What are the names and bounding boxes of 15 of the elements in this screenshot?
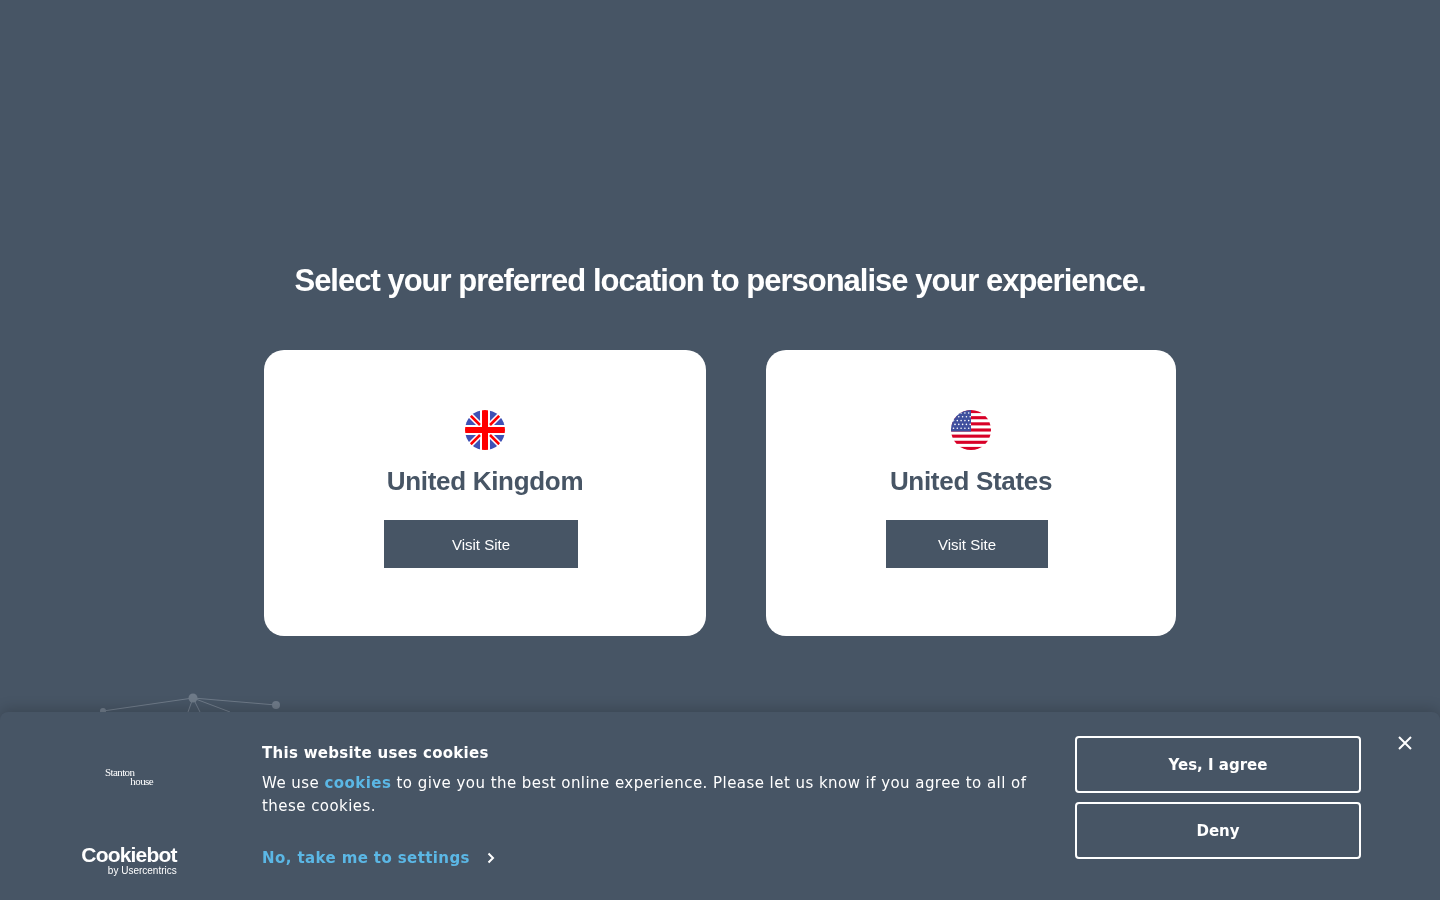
country-name: United Kingdom [386,465,584,497]
brand-logo: Stanton house [105,768,153,786]
close-icon[interactable] [1398,736,1412,750]
banner-title: This website uses cookies [262,743,489,763]
visit-site-button[interactable]: Visit Site [384,520,578,568]
banner-text: We use cookies to give you the best online experience. Please let us know if you agree to all of these cookies. [262,773,1028,817]
visit-site-button[interactable]: Visit Site [886,520,1048,568]
uk-flag-icon [465,410,505,450]
cookiebot-logo[interactable]: Cookiebot by Usercentrics [81,845,177,876]
chevron-right-icon [486,852,495,864]
consent-button[interactable]: Yes, I agree [1075,736,1361,793]
country-name: United States [889,465,1053,497]
page-heading: Select your preferred location to personalise your experience. [294,262,1146,299]
us-flag-icon [951,410,991,450]
consent-button[interactable]: Deny [1075,802,1361,859]
